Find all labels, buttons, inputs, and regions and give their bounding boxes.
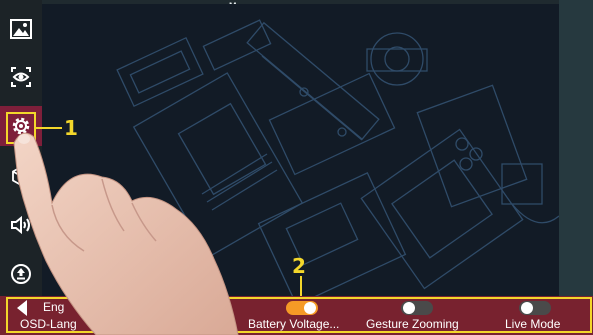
live-mode-toggle[interactable]: [519, 301, 551, 315]
live-mode-setting[interactable]: Live Mode: [504, 301, 584, 333]
battery-voltage-label: Battery Voltage...: [248, 317, 340, 331]
right-edge-panel: [559, 0, 593, 297]
gesture-zooming-setting[interactable]: Gesture Zooming: [366, 301, 476, 333]
gesture-zooming-label: Gesture Zooming: [366, 317, 459, 331]
live-mode-label: Live Mode: [505, 317, 561, 331]
sidebar-item-image[interactable]: [0, 9, 42, 49]
battery-voltage-setting[interactable]: Battery Voltage...: [248, 301, 358, 333]
callout-2-leader: [300, 276, 302, 296]
eye-icon: [11, 67, 31, 87]
callout-2-number: 2: [292, 254, 306, 278]
pointing-hand: [13, 132, 239, 335]
sidebar-item-view[interactable]: [0, 57, 42, 97]
image-icon: [10, 19, 32, 39]
battery-voltage-toggle[interactable]: [286, 301, 318, 315]
gesture-zooming-toggle[interactable]: [401, 301, 433, 315]
